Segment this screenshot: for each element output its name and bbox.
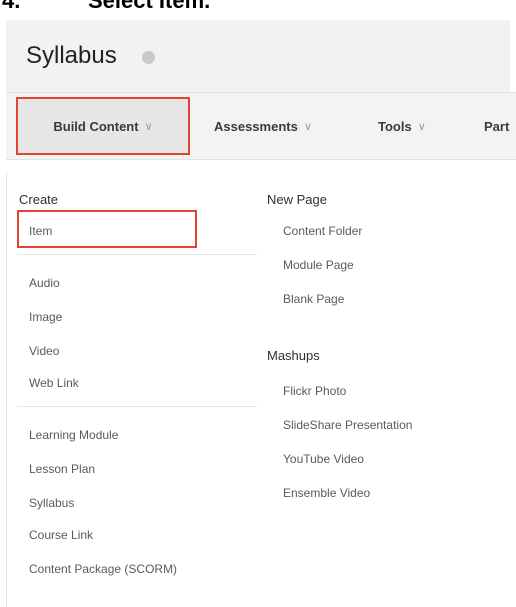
menu-item-blank-page[interactable]: Blank Page — [283, 292, 344, 306]
tools-label: Tools — [378, 118, 412, 134]
menu-item-slideshare-presentation[interactable]: SlideShare Presentation — [283, 418, 412, 432]
create-heading: Create — [19, 192, 59, 207]
build-content-menu: Create Item Audio Image Video Web Link L… — [6, 172, 516, 607]
menu-item-lesson-plan[interactable]: Lesson Plan — [29, 462, 95, 476]
new-page-heading: New Page — [267, 192, 327, 207]
menu-item-video[interactable]: Video — [29, 344, 59, 358]
menu-item-image[interactable]: Image — [29, 310, 62, 324]
instruction-label: Select Item. — [88, 0, 211, 13]
menu-item-youtube-video[interactable]: YouTube Video — [283, 452, 364, 466]
menu-divider — [17, 406, 257, 407]
menu-item-content-folder[interactable]: Content Folder — [283, 224, 362, 238]
build-content-label: Build Content — [53, 118, 139, 134]
menu-item-course-link[interactable]: Course Link — [29, 528, 93, 542]
menu-divider — [17, 254, 257, 255]
tools-button[interactable]: Tools ∨ — [378, 93, 426, 159]
chevron-down-icon: ∨ — [303, 120, 312, 133]
assessments-button[interactable]: Assessments ∨ — [214, 93, 312, 159]
menu-item-audio[interactable]: Audio — [29, 276, 60, 290]
menu-item-module-page[interactable]: Module Page — [283, 258, 354, 272]
menu-item-content-package[interactable]: Content Package (SCORM) — [29, 562, 177, 576]
menu-item-ensemble-video[interactable]: Ensemble Video — [283, 486, 370, 500]
title-options-icon[interactable] — [142, 51, 155, 64]
build-content-button[interactable]: Build Content ∨ — [16, 97, 190, 155]
menu-item-learning-module[interactable]: Learning Module — [29, 428, 118, 442]
menu-item-web-link[interactable]: Web Link — [29, 376, 79, 390]
assessments-label: Assessments — [214, 118, 298, 134]
content-toolbar: Build Content ∨ Assessments ∨ Tools ∨ Pa… — [6, 92, 516, 160]
chevron-down-icon: ∨ — [144, 120, 153, 133]
page-title: Syllabus — [26, 42, 117, 69]
menu-item-flickr-photo[interactable]: Flickr Photo — [283, 384, 346, 398]
mashups-heading: Mashups — [267, 348, 320, 363]
partnerships-button[interactable]: Part — [484, 93, 509, 159]
instruction-number: 4. — [2, 0, 21, 13]
partnerships-label: Part — [484, 118, 510, 134]
chevron-down-icon: ∨ — [417, 120, 426, 133]
menu-item-item[interactable]: Item — [29, 224, 52, 238]
page-header: Syllabus — [6, 20, 510, 92]
menu-item-syllabus[interactable]: Syllabus — [29, 496, 74, 510]
instruction-text: 4. Select Item. — [0, 0, 516, 13]
